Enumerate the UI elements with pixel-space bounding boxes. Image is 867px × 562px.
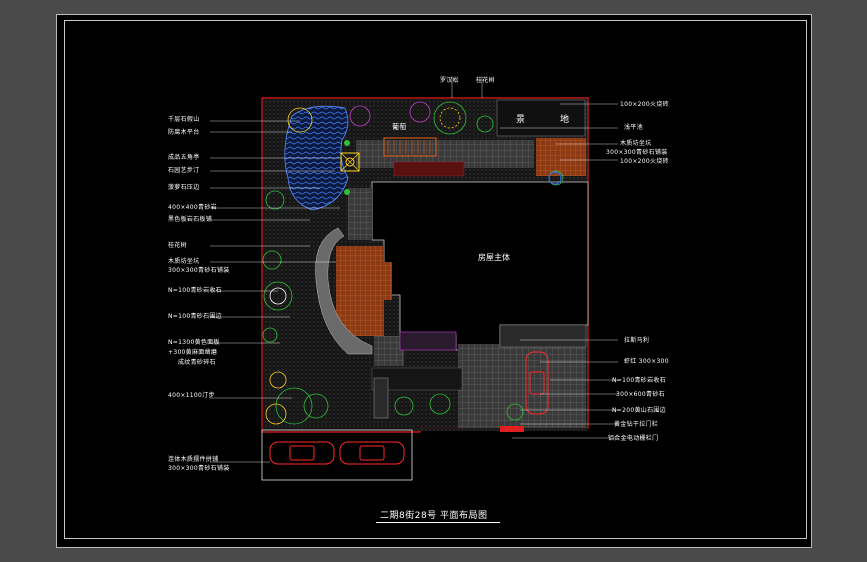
left-label-17: 300×300青砂石铺装 [168, 465, 230, 472]
left-label-12: N=1300黄色面板 [168, 339, 220, 346]
right-label-8: 300×600青砂石 [616, 391, 665, 398]
left-label-0: 千层石假山 [168, 116, 200, 123]
car-2 [339, 441, 405, 465]
drawing-title: 二期8街28号 平面布局图 [380, 511, 488, 521]
right-label-11: 铝合金电动栅栏门 [608, 435, 659, 442]
left-label-16: 连体木质摆件拼铺 [168, 456, 219, 463]
brick-terrace-mid [336, 246, 392, 336]
left-label-3: 石园艺步汀 [168, 167, 200, 174]
left-label-4: 菠萝石压边 [168, 184, 200, 191]
car-1 [269, 441, 335, 465]
right-label-5: 拉斯马利 [624, 337, 650, 344]
pavilion-label: 景 [516, 115, 526, 125]
right-label-6: 虾红 300×300 [624, 358, 669, 365]
right-label-2: 木质坊坐坑 [620, 140, 652, 147]
left-label-8: 木质坊坐坑 [168, 258, 200, 265]
left-label-7: 桂花树 [168, 242, 187, 249]
top-label-luohansong: 罗汉松 [440, 77, 459, 84]
left-label-10: N=100青砂岩收石 [168, 287, 222, 294]
title-underline [376, 522, 500, 523]
left-label-2: 成品五角亭 [168, 154, 200, 161]
left-label-1: 防腐木平台 [168, 129, 200, 136]
pavilion-area [496, 99, 586, 137]
parking-area [261, 429, 413, 481]
left-label-11: N=100青砂石围边 [168, 313, 222, 320]
top-label-osmanthus: 桂花树 [476, 77, 495, 84]
grape-label: 葡萄 [392, 123, 407, 131]
right-label-9: N=200黄山石围边 [612, 407, 666, 414]
house-label: 房屋主体 [478, 253, 510, 262]
left-label-14: 成纹青砂碎石 [178, 359, 216, 366]
right-label-10: 黄金钻干拉门栏 [614, 421, 659, 428]
left-label-9: 300×300青砂石铺装 [168, 267, 230, 274]
right-label-3: 300×300青砂石铺装 [606, 149, 668, 156]
left-label-5: 400×400青砂岩 [168, 204, 217, 211]
pavilion-label-2: 地 [560, 115, 570, 125]
site-plan [210, 76, 618, 481]
right-label-4: 100×200火烧砖 [620, 158, 669, 165]
left-label-6: 黑色板岩石板铺 [168, 216, 213, 223]
left-label-13: +300黄麻面凿磨 [168, 349, 218, 356]
right-label-0: 100×200火烧砖 [620, 101, 669, 108]
right-label-1: 浅平池 [624, 124, 643, 131]
left-label-15: 400×1100汀步 [168, 392, 215, 399]
brick-terrace-top [536, 138, 586, 176]
right-label-7: N=100青砂岩收石 [612, 377, 666, 384]
